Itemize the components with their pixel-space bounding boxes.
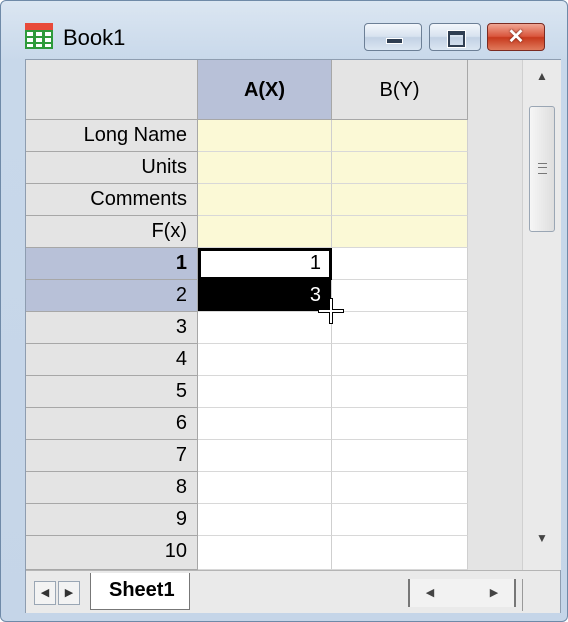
row-header-comments[interactable]: Comments: [26, 184, 198, 216]
workbook-window: Book1 ✕ A(X) B(Y) Long Name Units Commen…: [0, 0, 568, 622]
worksheet-grid: A(X) B(Y) Long Name Units Comments F(x) …: [26, 60, 468, 570]
minimize-button[interactable]: [364, 23, 422, 51]
vertical-scroll-thumb[interactable]: [529, 106, 555, 232]
crosshair-cursor-icon: [318, 298, 344, 324]
scroll-right-icon[interactable]: ▶: [484, 579, 504, 607]
corner-header[interactable]: [26, 60, 198, 120]
cell-comments-a[interactable]: [198, 184, 332, 216]
row-header-3[interactable]: 3: [26, 312, 198, 344]
scroll-down-icon[interactable]: ▼: [523, 522, 561, 554]
minimize-icon: [386, 38, 403, 44]
cell-6-a[interactable]: [198, 408, 332, 440]
maximize-button[interactable]: [429, 23, 481, 51]
tab-prev-icon[interactable]: ◀: [34, 581, 56, 605]
cell-6-b[interactable]: [332, 408, 468, 440]
row-header-6[interactable]: 6: [26, 408, 198, 440]
row-header-5[interactable]: 5: [26, 376, 198, 408]
cell-4-a[interactable]: [198, 344, 332, 376]
title-bar[interactable]: Book1 ✕: [1, 1, 567, 59]
cell-8-a[interactable]: [198, 472, 332, 504]
cell-comments-b[interactable]: [332, 184, 468, 216]
worksheet-icon: [25, 23, 53, 49]
cell-units-b[interactable]: [332, 152, 468, 184]
column-header-a[interactable]: A(X): [198, 60, 332, 120]
cell-5-a[interactable]: [198, 376, 332, 408]
row-header-9[interactable]: 9: [26, 504, 198, 536]
cell-1-a[interactable]: 1: [198, 248, 332, 280]
column-header-b[interactable]: B(Y): [332, 60, 468, 120]
tab-next-icon[interactable]: ▶: [58, 581, 80, 605]
scroll-left-icon[interactable]: ◀: [420, 579, 440, 607]
cell-3-b[interactable]: [332, 312, 468, 344]
scroll-up-icon[interactable]: ▲: [523, 60, 561, 92]
row-header-10[interactable]: 10: [26, 536, 198, 570]
cell-9-b[interactable]: [332, 504, 468, 536]
cell-long-name-b[interactable]: [332, 120, 468, 152]
cell-4-b[interactable]: [332, 344, 468, 376]
row-header-long-name[interactable]: Long Name: [26, 120, 198, 152]
cell-7-a[interactable]: [198, 440, 332, 472]
cell-5-b[interactable]: [332, 376, 468, 408]
cell-2-b[interactable]: [332, 280, 468, 312]
sheet-tab-sheet1[interactable]: Sheet1: [90, 573, 190, 610]
row-header-1[interactable]: 1: [26, 248, 198, 280]
worksheet-area: A(X) B(Y) Long Name Units Comments F(x) …: [25, 59, 561, 613]
vertical-scrollbar[interactable]: ▲ ▼: [522, 60, 561, 570]
cell-2-a[interactable]: 3: [198, 280, 332, 312]
grid-empty-area: [468, 60, 522, 570]
row-header-units[interactable]: Units: [26, 152, 198, 184]
row-header-7[interactable]: 7: [26, 440, 198, 472]
row-header-fx[interactable]: F(x): [26, 216, 198, 248]
close-button[interactable]: ✕: [487, 23, 545, 51]
window-title: Book1: [63, 25, 126, 50]
row-header-2[interactable]: 2: [26, 280, 198, 312]
cell-9-a[interactable]: [198, 504, 332, 536]
row-header-8[interactable]: 8: [26, 472, 198, 504]
cell-fx-b[interactable]: [332, 216, 468, 248]
cell-fx-a[interactable]: [198, 216, 332, 248]
maximize-icon: [448, 31, 465, 47]
cell-10-a[interactable]: [198, 536, 332, 570]
horizontal-scrollbar[interactable]: ◀ ▶: [408, 579, 516, 607]
cell-7-b[interactable]: [332, 440, 468, 472]
cell-3-a[interactable]: [198, 312, 332, 344]
row-header-4[interactable]: 4: [26, 344, 198, 376]
cell-long-name-a[interactable]: [198, 120, 332, 152]
cell-8-b[interactable]: [332, 472, 468, 504]
grip-icon: [538, 163, 547, 174]
cell-1-b[interactable]: [332, 248, 468, 280]
sheet-tab-bar: ◀ ▶ Sheet1 ◀ ▶: [26, 570, 560, 613]
close-icon: ✕: [507, 26, 525, 48]
resize-grip-icon[interactable]: [522, 579, 561, 611]
cell-10-b[interactable]: [332, 536, 468, 570]
cell-units-a[interactable]: [198, 152, 332, 184]
